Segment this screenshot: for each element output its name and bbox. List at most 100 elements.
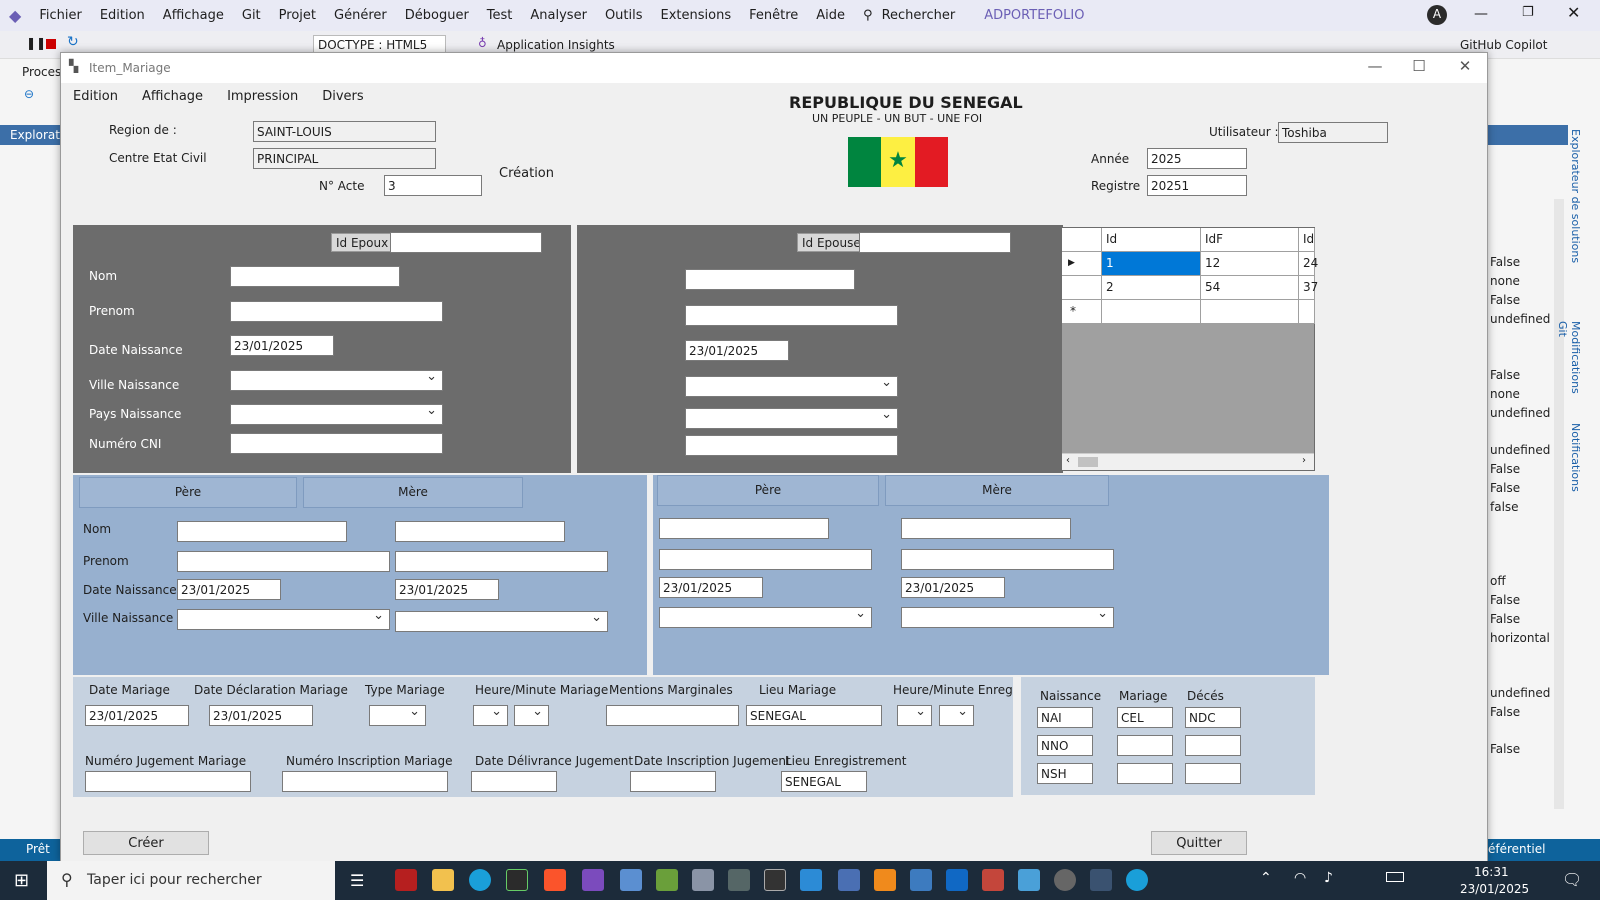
epoux-cni-field[interactable]	[230, 433, 443, 454]
row-indicator-icon[interactable]: ▶	[1062, 252, 1102, 276]
mentions-field[interactable]	[606, 705, 739, 726]
app-icon[interactable]	[728, 869, 750, 891]
row-header[interactable]	[1062, 276, 1102, 300]
creer-button[interactable]: Créer	[83, 831, 209, 855]
acte-field[interactable]: 3	[384, 175, 482, 196]
pere-date-field[interactable]: 23/01/2025	[177, 579, 281, 600]
restart-icon[interactable]: ↻	[67, 34, 79, 50]
prop-value[interactable]: horizontal	[1490, 631, 1550, 645]
epouse-ville-select[interactable]	[685, 375, 898, 397]
decl-field[interactable]: 23/01/2025	[209, 705, 313, 726]
code-ndc-field[interactable]: NDC	[1185, 707, 1241, 728]
id-epouse-field[interactable]	[859, 232, 1011, 253]
menu-fichier[interactable]: Fichier	[30, 8, 91, 23]
outlook-icon[interactable]	[946, 869, 968, 891]
menu-analyser[interactable]: Analyser	[521, 8, 596, 23]
vs-logo-icon[interactable]: ◆	[0, 6, 30, 25]
region-field[interactable]: SAINT-LOUIS	[253, 121, 436, 142]
avatar[interactable]: A	[1427, 5, 1447, 25]
brave-icon[interactable]	[544, 869, 566, 891]
menu-aide[interactable]: Aide	[807, 8, 854, 23]
side-tab-explorer[interactable]: Explorateur de solutions	[1566, 129, 1582, 309]
epouse-prenom-field[interactable]	[685, 305, 898, 326]
dmenu-impression[interactable]: Impression	[215, 89, 310, 104]
grid-header-idf[interactable]: IdF	[1201, 228, 1299, 252]
code-nsh-field[interactable]: NSH	[1037, 763, 1093, 784]
epoux-ville-select[interactable]	[230, 369, 443, 391]
mere-nom-field[interactable]	[395, 521, 565, 542]
grid-header-id2[interactable]: Id	[1299, 228, 1315, 252]
app-icon[interactable]	[1090, 869, 1112, 891]
prop-value[interactable]: False	[1490, 481, 1520, 495]
clock-time[interactable]: 16:31	[1474, 865, 1509, 879]
explorer-tab[interactable]: Explorat	[0, 125, 60, 145]
app-icon[interactable]	[656, 869, 678, 891]
grid-header-id[interactable]: Id	[1102, 228, 1201, 252]
file-explorer-icon[interactable]	[432, 869, 454, 891]
code-deces3-field[interactable]	[1185, 763, 1241, 784]
scroll-thumb[interactable]	[1078, 457, 1098, 467]
app-icon[interactable]	[764, 869, 786, 891]
menu-fenetre[interactable]: Fenêtre	[740, 8, 807, 23]
grid-cell[interactable]	[1102, 300, 1201, 324]
mere-ville-select[interactable]	[395, 610, 608, 632]
code-nai-field[interactable]: NAI	[1037, 707, 1093, 728]
epouse-nom-field[interactable]	[685, 269, 855, 290]
battery-icon[interactable]	[1386, 872, 1404, 882]
clock-date[interactable]: 23/01/2025	[1460, 882, 1529, 896]
app-icon[interactable]	[1018, 869, 1040, 891]
visual-studio-icon[interactable]	[582, 869, 604, 891]
app-icon[interactable]	[910, 869, 932, 891]
menu-extensions[interactable]: Extensions	[652, 8, 741, 23]
heure-enreg-select[interactable]	[897, 704, 932, 726]
pere2-prenom-field[interactable]	[659, 549, 872, 570]
date-mariage-field[interactable]: 23/01/2025	[85, 705, 189, 726]
grid-cell[interactable]: 24	[1299, 252, 1318, 276]
data-grid[interactable]: Id IdF Id ▶ 1 12 24 2 54 37 * ‹ ›	[1061, 227, 1318, 471]
prop-value[interactable]: off	[1490, 574, 1506, 588]
user-field[interactable]: Toshiba	[1278, 122, 1388, 143]
annee-field[interactable]: 2025	[1147, 148, 1247, 169]
epouse-pays-select[interactable]	[685, 407, 898, 429]
mere2-nom-field[interactable]	[901, 518, 1071, 539]
epoux-pays-select[interactable]	[230, 403, 443, 425]
epouse-date-field[interactable]: 23/01/2025	[685, 340, 789, 361]
epoux-prenom-field[interactable]	[230, 301, 443, 322]
grid-cell[interactable]: 2	[1102, 276, 1201, 300]
code-nno-field[interactable]: NNO	[1037, 735, 1093, 756]
menu-outils[interactable]: Outils	[596, 8, 652, 23]
prop-value[interactable]: undefined	[1490, 443, 1550, 457]
menu-git[interactable]: Git	[233, 8, 270, 23]
side-tab-git[interactable]: Modifications Git	[1556, 321, 1582, 411]
prop-value[interactable]: False	[1490, 705, 1520, 719]
stop-icon[interactable]	[46, 39, 56, 49]
edge-icon[interactable]	[469, 869, 491, 891]
prop-value[interactable]: False	[1490, 612, 1520, 626]
date-insc-field[interactable]	[630, 771, 716, 792]
pere-nom-field[interactable]	[177, 521, 347, 542]
app-icon[interactable]	[838, 869, 860, 891]
minimize-icon[interactable]: —	[1474, 6, 1488, 22]
insights-button[interactable]: Application Insights	[497, 38, 615, 52]
properties-scrollbar[interactable]	[1554, 199, 1564, 809]
prop-value[interactable]: False	[1490, 255, 1520, 269]
heure-select[interactable]	[473, 704, 508, 726]
vlc-icon[interactable]	[874, 869, 896, 891]
dmenu-affichage[interactable]: Affichage	[130, 89, 215, 104]
close-icon[interactable]: ✕	[1567, 3, 1580, 22]
vs-search[interactable]: Rechercher	[882, 8, 965, 23]
grid-cell[interactable]: 37	[1299, 276, 1318, 300]
grid-cell[interactable]: 12	[1201, 252, 1299, 276]
filezilla-icon[interactable]	[395, 869, 417, 891]
prop-value[interactable]: false	[1490, 500, 1519, 514]
epoux-nom-field[interactable]	[230, 266, 400, 287]
edge-dev-icon[interactable]	[1126, 869, 1148, 891]
new-row-marker[interactable]: *	[1062, 300, 1102, 324]
inscription-field[interactable]	[282, 771, 448, 792]
grid-cell[interactable]: 1	[1102, 252, 1201, 276]
code-mariage3-field[interactable]	[1117, 763, 1173, 784]
dmenu-edition[interactable]: Edition	[61, 89, 130, 104]
menu-test[interactable]: Test	[478, 8, 522, 23]
restore-icon[interactable]: ❐	[1522, 5, 1534, 20]
grid-hscrollbar[interactable]: ‹ ›	[1062, 453, 1314, 470]
